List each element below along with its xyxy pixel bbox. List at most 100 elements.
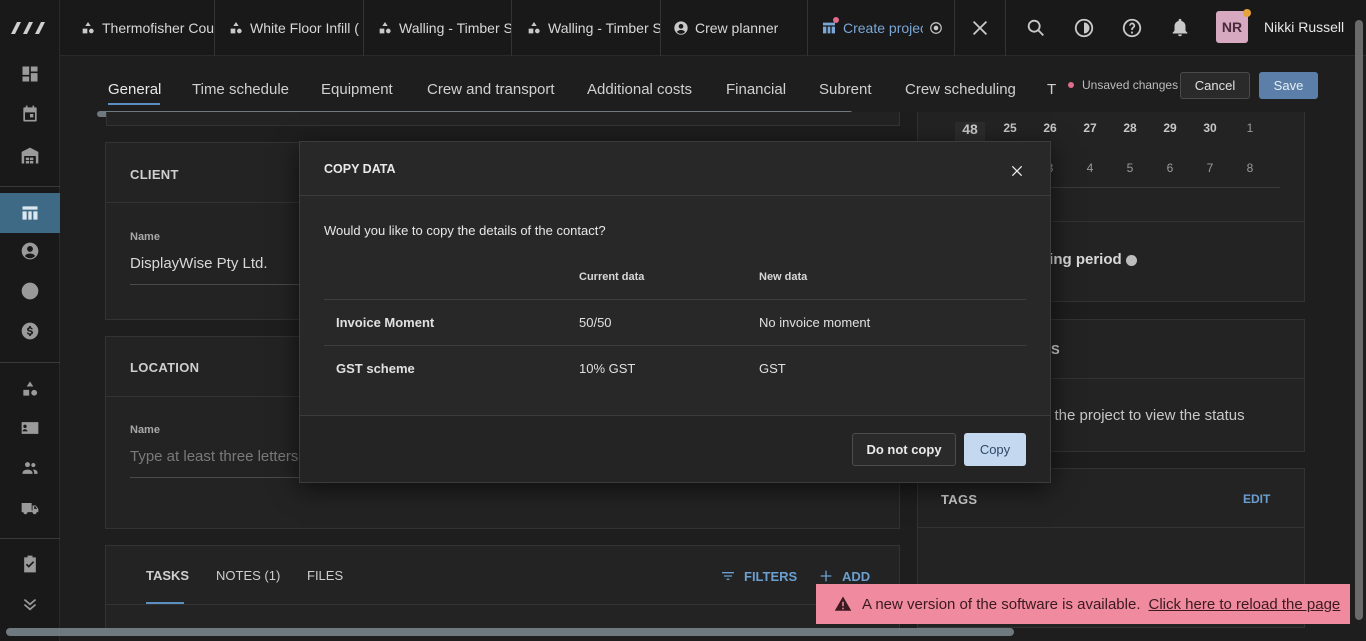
truck-icon[interactable] bbox=[0, 488, 60, 528]
finance-icon[interactable] bbox=[0, 311, 60, 351]
avatar-status-dot bbox=[1243, 9, 1251, 17]
tab-financial[interactable]: Financial bbox=[726, 81, 786, 98]
toast-message: A new version of the software is availab… bbox=[862, 595, 1141, 613]
tab-truncated[interactable]: T bbox=[1047, 81, 1056, 98]
top-tab-3[interactable]: Walling - Timber S bbox=[377, 0, 512, 56]
column-header-new: New data bbox=[759, 271, 808, 283]
shapes-icon bbox=[80, 20, 96, 36]
warning-icon bbox=[834, 595, 852, 613]
client-name-label: Name bbox=[130, 231, 160, 243]
row-current-value: 10% GST bbox=[579, 361, 636, 376]
calendar-day[interactable]: 26 bbox=[1035, 121, 1065, 135]
add-project-icon bbox=[821, 17, 839, 36]
projects-table-icon[interactable] bbox=[0, 193, 60, 233]
client-name-field[interactable]: DisplayWise Pty Ltd. bbox=[130, 255, 268, 272]
help-icon[interactable] bbox=[1117, 13, 1147, 43]
reload-page-link[interactable]: Click here to reload the page bbox=[1148, 596, 1340, 613]
vertical-scrollbar[interactable] bbox=[1355, 20, 1363, 620]
card-fragment bbox=[106, 112, 900, 126]
top-bar: Thermofisher Cou White Floor Infill ( Wa… bbox=[60, 0, 1366, 56]
notifications-bell-icon[interactable] bbox=[1165, 13, 1195, 43]
tab-additional-costs[interactable]: Additional costs bbox=[587, 81, 692, 98]
row-field-label: GST scheme bbox=[336, 361, 415, 376]
top-tab-1[interactable]: Thermofisher Cou bbox=[80, 0, 215, 56]
plus-icon bbox=[820, 570, 832, 582]
tasks-card bbox=[105, 545, 900, 635]
calendar-day[interactable]: 8 bbox=[1235, 161, 1265, 175]
calendar-day[interactable]: 1 bbox=[1235, 121, 1265, 135]
tags-heading: TAGS bbox=[941, 492, 978, 507]
edit-tags-button[interactable]: EDIT bbox=[1243, 492, 1270, 506]
row-current-value: 50/50 bbox=[579, 315, 612, 330]
user-circle-icon bbox=[673, 20, 689, 36]
horizontal-scrollbar[interactable] bbox=[6, 628, 1014, 636]
close-tab-icon[interactable] bbox=[929, 21, 943, 35]
shapes-icon[interactable] bbox=[0, 369, 60, 409]
client-heading: CLIENT bbox=[130, 167, 179, 182]
calendar-day[interactable]: 30 bbox=[1195, 121, 1225, 135]
top-tab-label: Thermofisher Cou bbox=[102, 20, 214, 36]
add-task-button[interactable]: ADD bbox=[818, 568, 870, 584]
id-card-icon[interactable] bbox=[0, 408, 60, 448]
top-tab-crew-planner[interactable]: Crew planner bbox=[673, 0, 808, 56]
column-header-current: Current data bbox=[579, 271, 645, 283]
crew-icon[interactable] bbox=[0, 448, 60, 488]
location-heading: LOCATION bbox=[130, 360, 200, 375]
location-name-input[interactable]: Type at least three letters bbox=[130, 448, 298, 465]
filters-label: FILTERS bbox=[744, 568, 798, 584]
warehouse-icon[interactable] bbox=[0, 136, 60, 176]
close-all-tabs-button[interactable] bbox=[965, 13, 995, 43]
calendar-day[interactable]: 29 bbox=[1155, 121, 1185, 135]
search-icon[interactable] bbox=[1021, 13, 1051, 43]
calendar-day[interactable]: 25 bbox=[995, 121, 1025, 135]
shapes-icon bbox=[526, 20, 542, 36]
top-tab-2[interactable]: White Floor Infill ( bbox=[228, 0, 364, 56]
user-name[interactable]: Nikki Russell bbox=[1264, 19, 1344, 35]
top-tab-create-project[interactable]: Create projec bbox=[821, 0, 955, 56]
calendar-day[interactable]: 28 bbox=[1115, 121, 1145, 135]
tab-general[interactable]: General bbox=[108, 81, 161, 98]
calendar-day[interactable]: 7 bbox=[1195, 161, 1225, 175]
week-number: 48 bbox=[962, 121, 978, 137]
tab-time-schedule[interactable]: Time schedule bbox=[192, 81, 289, 98]
dialog-footer: Do not copy Copy bbox=[300, 416, 1050, 482]
contacts-icon[interactable] bbox=[0, 231, 60, 271]
unsaved-changes-label: Unsaved changes bbox=[1082, 78, 1179, 92]
calendar-day[interactable]: 4 bbox=[1075, 161, 1105, 175]
clipboard-check-icon[interactable] bbox=[0, 544, 60, 584]
expand-more-icon[interactable] bbox=[0, 584, 60, 624]
filters-button[interactable]: FILTERS bbox=[720, 568, 797, 584]
update-available-toast: A new version of the software is availab… bbox=[816, 584, 1350, 624]
dashboard-icon[interactable] bbox=[0, 54, 60, 94]
theme-toggle-icon[interactable] bbox=[1069, 13, 1099, 43]
tab-notes[interactable]: NOTES (1) bbox=[216, 568, 280, 583]
tab-crew-scheduling[interactable]: Crew scheduling bbox=[905, 81, 1016, 98]
top-tab-label: Walling - Timber S bbox=[548, 20, 660, 36]
copy-button[interactable]: Copy bbox=[964, 433, 1026, 466]
tab-files[interactable]: FILES bbox=[307, 568, 343, 583]
calendar-day[interactable]: 5 bbox=[1115, 161, 1145, 175]
top-tab-label: Create projec bbox=[843, 20, 923, 36]
status-message: e the project to view the status bbox=[1042, 407, 1245, 424]
tab-equipment[interactable]: Equipment bbox=[321, 81, 393, 98]
top-tab-4[interactable]: Walling - Timber S bbox=[526, 0, 661, 56]
do-not-copy-button[interactable]: Do not copy bbox=[852, 433, 956, 466]
top-tab-label: Walling - Timber S bbox=[399, 20, 511, 36]
calendar-day[interactable]: 27 bbox=[1075, 121, 1105, 135]
dialog-title: COPY DATA bbox=[324, 162, 396, 176]
tab-subrent[interactable]: Subrent bbox=[819, 81, 872, 98]
tab-crew-and-transport[interactable]: Crew and transport bbox=[427, 81, 555, 98]
add-label: ADD bbox=[842, 568, 871, 584]
shapes-icon bbox=[228, 20, 244, 36]
calendar-day[interactable]: 6 bbox=[1155, 161, 1185, 175]
save-button[interactable]: Save bbox=[1259, 72, 1318, 99]
close-icon[interactable] bbox=[1006, 160, 1028, 182]
row-field-label: Invoice Moment bbox=[336, 315, 435, 330]
app-logo[interactable] bbox=[8, 14, 52, 40]
unsaved-indicator-dot bbox=[1068, 82, 1074, 88]
exchange-icon[interactable] bbox=[0, 271, 60, 311]
tab-tasks[interactable]: TASKS bbox=[146, 568, 189, 583]
cancel-button[interactable]: Cancel bbox=[1180, 72, 1250, 99]
dialog-question: Would you like to copy the details of th… bbox=[324, 223, 606, 238]
calendar-icon[interactable] bbox=[0, 94, 60, 134]
